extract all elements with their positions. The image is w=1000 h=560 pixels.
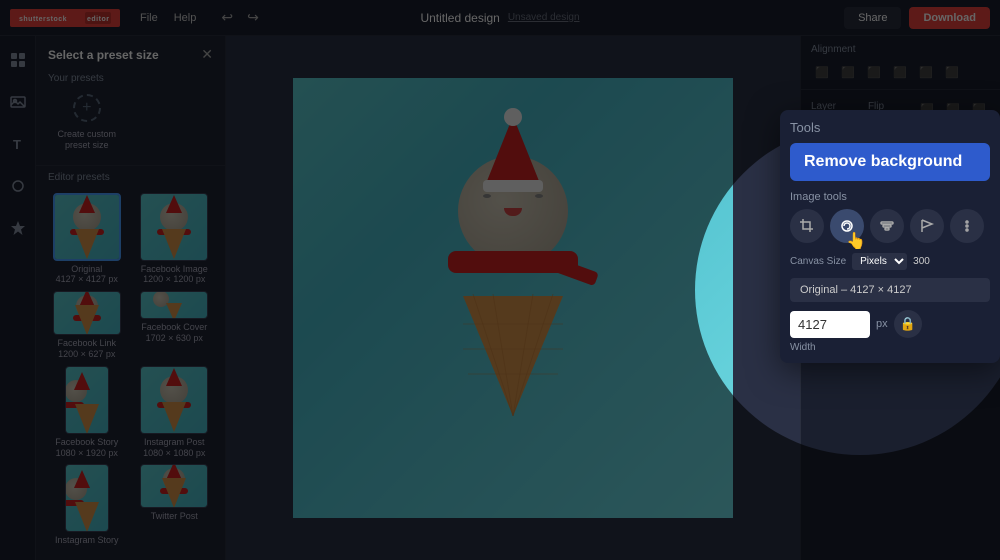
preset-label-fb-cover: Facebook Cover1702 × 630 px	[141, 322, 207, 344]
unsaved-tag[interactable]: Unsaved design	[508, 12, 580, 23]
align-top-icon[interactable]: ⬛	[889, 61, 911, 83]
icon-elements[interactable]	[4, 214, 32, 242]
canvas-pixels-select[interactable]: Pixels	[852, 253, 907, 270]
create-custom-preset[interactable]: + Create custom preset size	[46, 94, 128, 151]
plus-icon: +	[73, 94, 101, 122]
preset-thumb-fb-link	[53, 291, 121, 335]
canvas-size-label: Canvas Size	[790, 256, 846, 267]
remove-background-button[interactable]: Remove background	[790, 143, 990, 181]
preset-label-fb-link: Facebook Link1200 × 627 px	[57, 338, 116, 360]
width-input[interactable]	[790, 311, 870, 338]
hat-band	[483, 180, 543, 192]
preset-thumb-fb-story	[65, 366, 109, 434]
editor-preset-grid: Original4127 × 4127 px Facebook Image120…	[36, 189, 225, 557]
panel-title: Select a preset size	[48, 48, 159, 62]
menu-file[interactable]: File	[140, 12, 158, 24]
preset-facebook-link[interactable]: Facebook Link1200 × 627 px	[46, 291, 128, 360]
alignment-icons: ⬛ ⬛ ⬛ ⬛ ⬛ ⬛	[811, 61, 990, 83]
icon-text[interactable]: T	[4, 130, 32, 158]
canvas-area[interactable]	[226, 36, 800, 560]
align-center-h-icon[interactable]: ⬛	[837, 61, 859, 83]
preset-thumb-ig-story	[65, 464, 109, 532]
preset-facebook-story[interactable]: Facebook Story1080 × 1920 px	[46, 366, 128, 459]
top-menu: File Help	[140, 12, 196, 24]
preset-facebook-image[interactable]: Facebook Image1200 × 1200 px	[134, 193, 216, 286]
filter-tool-button[interactable]	[870, 209, 904, 243]
top-actions: Share Download	[844, 7, 990, 29]
design-title: Untitled design	[420, 11, 499, 25]
cursor-hand-icon: 👆	[846, 231, 866, 251]
menu-help[interactable]: Help	[174, 12, 197, 24]
panel-header: Select a preset size ✕	[36, 36, 225, 69]
align-left-icon[interactable]: ⬛	[811, 61, 833, 83]
crop-tool-button[interactable]	[790, 209, 824, 243]
more-tool-button[interactable]	[950, 209, 984, 243]
preset-thumb-fb-cover	[140, 291, 208, 319]
alignment-section: Alignment ⬛ ⬛ ⬛ ⬛ ⬛ ⬛	[801, 36, 1000, 90]
align-middle-v-icon[interactable]: ⬛	[915, 61, 937, 83]
dimension-row: px 🔒	[790, 310, 990, 338]
align-right-icon[interactable]: ⬛	[863, 61, 885, 83]
svg-text:editor: editor	[87, 16, 109, 23]
redo-button[interactable]: ↪	[242, 7, 264, 28]
tool-icons-row: 👆	[790, 209, 990, 243]
cone-lines	[463, 294, 563, 416]
preset-grid-custom: + Create custom preset size	[36, 90, 225, 161]
preset-instagram-story[interactable]: Instagram Story	[46, 464, 128, 546]
alignment-title: Alignment	[811, 44, 990, 55]
preset-instagram-post[interactable]: Instagram Post1080 × 1080 px	[134, 366, 216, 459]
preset-thumb-original	[53, 193, 121, 261]
original-dimensions-label: Original – 4127 × 4127	[790, 278, 990, 302]
image-tools-title: Image tools	[790, 191, 990, 203]
preset-thumb-twitter	[140, 464, 208, 508]
align-bottom-icon[interactable]: ⬛	[941, 61, 963, 83]
icon-bar: T	[0, 36, 36, 560]
preset-twitter-post[interactable]: Twitter Post	[134, 464, 216, 546]
preset-label-fb-image: Facebook Image1200 × 1200 px	[141, 264, 208, 286]
tools-title: Tools	[790, 120, 990, 135]
santa-hat	[485, 116, 541, 186]
remove-bg-tool-button[interactable]: 👆	[830, 209, 864, 243]
panel-close-button[interactable]: ✕	[201, 46, 213, 63]
editor-presets-label: Editor presets	[36, 165, 225, 189]
icon-photos[interactable]	[4, 88, 32, 116]
undo-button[interactable]: ↩	[216, 7, 238, 28]
hat-pom	[504, 108, 522, 126]
icon-templates[interactable]	[4, 46, 32, 74]
preset-thumb-ig-post	[140, 366, 208, 434]
canvas	[293, 78, 733, 518]
share-button[interactable]: Share	[844, 7, 901, 29]
logo-area: shutterstock editor	[10, 9, 120, 27]
width-label: Width	[790, 342, 990, 353]
preset-label-original: Original4127 × 4127 px	[56, 264, 118, 286]
logo: shutterstock editor	[10, 9, 120, 27]
canvas-size-row: Canvas Size Pixels 300	[790, 253, 990, 270]
download-button[interactable]: Download	[909, 7, 990, 29]
create-custom-label: Create custom preset size	[46, 129, 128, 151]
tools-panel: Tools Remove background Image tools 👆 Ca…	[780, 110, 1000, 363]
canvas-size-value: 300	[913, 256, 930, 267]
undo-redo-group: ↩ ↪	[216, 7, 263, 28]
flag-tool-button[interactable]	[910, 209, 944, 243]
lock-aspect-button[interactable]: 🔒	[894, 310, 922, 338]
preset-label-ig-story: Instagram Story	[55, 535, 119, 546]
left-panel: Select a preset size ✕ Your presets + Cr…	[36, 36, 226, 560]
svg-text:shutterstock: shutterstock	[19, 16, 67, 23]
ice-cream-illustration	[433, 136, 593, 416]
svg-text:T: T	[13, 137, 21, 152]
dimension-unit: px	[876, 318, 888, 330]
preset-thumb-fb-image	[140, 193, 208, 261]
your-presets-label: Your presets	[36, 69, 225, 90]
topbar: shutterstock editor File Help ↩ ↪ Untitl…	[0, 0, 1000, 36]
title-area: Untitled design Unsaved design	[420, 11, 579, 25]
preset-facebook-cover[interactable]: Facebook Cover1702 × 630 px	[134, 291, 216, 360]
preset-label-fb-story: Facebook Story1080 × 1920 px	[55, 437, 118, 459]
preset-label-twitter: Twitter Post	[151, 511, 198, 522]
icon-shapes[interactable]	[4, 172, 32, 200]
preset-label-ig-post: Instagram Post1080 × 1080 px	[143, 437, 205, 459]
preset-original[interactable]: Original4127 × 4127 px	[46, 193, 128, 286]
